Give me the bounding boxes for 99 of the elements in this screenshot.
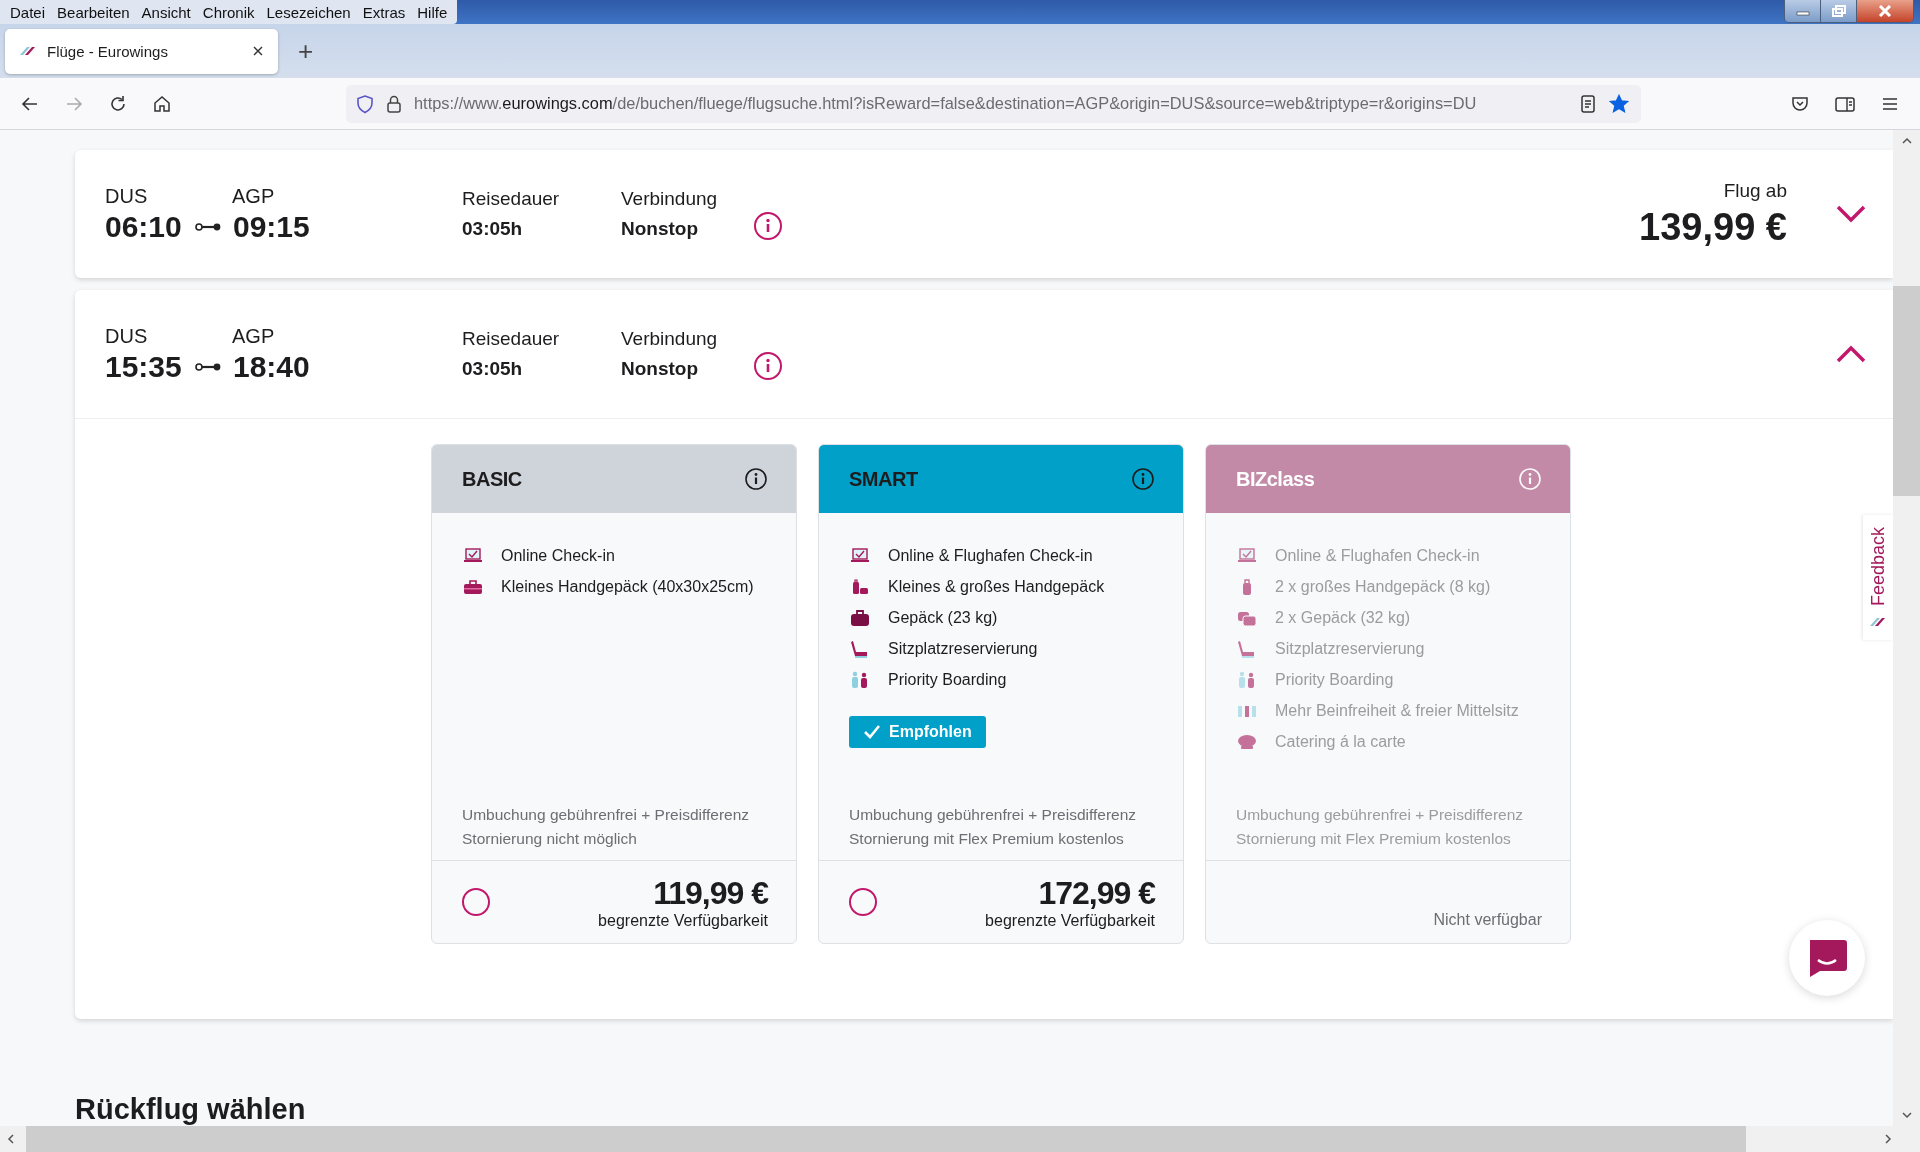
fare-condition: Stornierung mit Flex Premium kostenlos xyxy=(849,830,1125,848)
vertical-scrollbar[interactable] xyxy=(1893,130,1920,1126)
fare-feature: 2 x Gepäck (32 kg) xyxy=(1275,609,1411,627)
scroll-down-icon[interactable] xyxy=(1900,1110,1913,1120)
fare-feature: Mehr Beinfreiheit & freier Mittelsitz xyxy=(1275,702,1519,720)
laptop-icon xyxy=(1236,547,1258,565)
lock-icon xyxy=(386,93,402,114)
info-icon[interactable] xyxy=(744,467,768,491)
fare-name: BASIC xyxy=(462,467,522,491)
bag-icon xyxy=(462,578,484,596)
close-icon xyxy=(1878,5,1892,17)
logo-icon xyxy=(1869,616,1887,629)
fare-feature: Kleines Handgepäck (40x30x25cm) xyxy=(501,578,754,596)
section-heading: Rückflug wählen xyxy=(75,1093,307,1126)
tab-title: Flüge - Eurowings xyxy=(47,42,169,60)
shield-icon xyxy=(356,93,374,114)
fare-condition: Stornierung nicht möglich xyxy=(462,830,638,848)
reader-view-icon[interactable] xyxy=(1579,93,1597,114)
laptop-icon xyxy=(462,547,484,565)
arrival-time: 09:15 xyxy=(233,209,311,244)
fare-feature: Catering á la carte xyxy=(1275,733,1406,751)
departure-time: 15:35 xyxy=(105,349,183,384)
close-icon[interactable] xyxy=(252,45,264,57)
fare-feature: Sitzplatzreservierung xyxy=(888,640,1038,658)
airport-code: DUS xyxy=(105,324,149,348)
fare-feature: Priority Boarding xyxy=(888,671,1007,689)
menu-item[interactable]: Extras xyxy=(356,3,412,21)
restore-button[interactable] xyxy=(1821,0,1857,22)
departure-time: 06:10 xyxy=(105,209,183,244)
fare-name: SMART xyxy=(849,467,918,491)
address-bar[interactable]: https://www.eurowings.com/de/buchen/fluege/flugsuche.html?isReward=false&destination=AGP&origin=DUS&source=web&triptype=r&origins=DU xyxy=(346,84,1641,123)
menu-item[interactable]: Chronik xyxy=(196,3,261,21)
new-tab-button[interactable]: + xyxy=(298,35,314,67)
fare-condition: Umbuchung gebührenfrei + Preisdifferenz xyxy=(849,806,1138,824)
duration-label: Reisedauer xyxy=(462,328,561,350)
airport-code: AGP xyxy=(232,184,276,208)
connection-label: Verbindung xyxy=(621,188,718,210)
scroll-up-icon[interactable] xyxy=(1900,136,1913,146)
fare-condition: Umbuchung gebührenfrei + Preisdifferenz xyxy=(462,806,751,824)
close-window-button[interactable] xyxy=(1857,0,1913,22)
home-icon[interactable] xyxy=(152,93,172,114)
scroll-thumb[interactable] xyxy=(1893,286,1920,496)
availability-note: begrenzte Verfügbarkeit xyxy=(985,911,1155,930)
fare-condition: Umbuchung gebührenfrei + Preisdifferenz xyxy=(1236,806,1525,824)
chevron-up-icon[interactable] xyxy=(1835,344,1867,364)
route-connector-icon xyxy=(195,221,221,232)
suitcase-icon xyxy=(849,609,871,627)
flight-price: 139,99 € xyxy=(1639,205,1787,249)
info-icon[interactable] xyxy=(1131,467,1155,491)
laptop-icon xyxy=(849,547,871,565)
fare-feature: Priority Boarding xyxy=(1275,671,1394,689)
fare-feature: Online & Flughafen Check-in xyxy=(1275,547,1480,565)
scroll-left-icon[interactable] xyxy=(6,1133,16,1145)
suitcases-icon xyxy=(1236,609,1258,627)
cloche-icon xyxy=(1236,733,1258,751)
checkmark-icon xyxy=(863,724,881,740)
fare-price: 172,99 € xyxy=(1038,874,1155,912)
price-label: Flug ab xyxy=(1723,179,1787,202)
airport-code: AGP xyxy=(232,324,276,348)
airport-code: DUS xyxy=(105,184,149,208)
fare-feature: Online & Flughafen Check-in xyxy=(888,547,1093,565)
menu-item[interactable]: Bearbeiten xyxy=(51,3,136,21)
fare-radio[interactable] xyxy=(849,888,877,916)
chevron-down-icon[interactable] xyxy=(1835,204,1867,224)
connection-value: Nonstop xyxy=(621,218,700,240)
logo-icon xyxy=(19,45,37,57)
menu-item[interactable]: Ansicht xyxy=(135,3,197,21)
availability-note: begrenzte Verfügbarkeit xyxy=(598,911,768,930)
fare-condition: Stornierung mit Flex Premium kostenlos xyxy=(1236,830,1512,848)
feedback-tab[interactable]: Feedback xyxy=(1863,515,1893,640)
info-icon[interactable] xyxy=(753,351,784,381)
fare-price: 119,99 € xyxy=(653,874,768,912)
fare-name: BIZclass xyxy=(1236,467,1315,491)
fare-radio[interactable] xyxy=(462,888,490,916)
reload-icon[interactable] xyxy=(108,93,128,114)
bookmark-star-icon[interactable] xyxy=(1609,93,1629,114)
url-text: https://www.eurowings.com/de/buchen/fluege/flugsuche.html?isReward=false&destination=AGP&origin=DUS&source=web&triptype=r&origins=DU xyxy=(414,94,1478,113)
fare-feature: 2 x großes Handgepäck (8 kg) xyxy=(1275,578,1491,596)
browser-tab[interactable]: Flüge - Eurowings xyxy=(5,28,278,74)
duration-value: 03:05h xyxy=(462,358,524,380)
connection-value: Nonstop xyxy=(621,358,700,380)
fare-feature: Kleines & großes Handgepäck xyxy=(888,578,1105,596)
fare-feature: Sitzplatzreservierung xyxy=(1275,640,1425,658)
badge-label: Empfohlen xyxy=(889,723,972,741)
fare-feature: Online Check-in xyxy=(501,547,615,565)
arrival-time: 18:40 xyxy=(233,349,311,384)
connection-label: Verbindung xyxy=(621,328,718,350)
route-connector-icon xyxy=(195,361,221,372)
restore-icon xyxy=(1831,5,1846,17)
menu-item[interactable]: Hilfe xyxy=(411,3,454,21)
menu-item[interactable]: Datei xyxy=(4,3,52,21)
menu-item[interactable]: Lesezeichen xyxy=(260,3,357,21)
unavailable-note: Nicht verfügbar xyxy=(1433,911,1542,929)
minimize-button[interactable] xyxy=(1785,0,1821,22)
info-icon[interactable] xyxy=(753,211,784,241)
fare-feature: Gepäck (23 kg) xyxy=(888,609,998,627)
duration-label: Reisedauer xyxy=(462,188,561,210)
scroll-right-icon[interactable] xyxy=(1883,1133,1893,1145)
duration-value: 03:05h xyxy=(462,218,524,240)
